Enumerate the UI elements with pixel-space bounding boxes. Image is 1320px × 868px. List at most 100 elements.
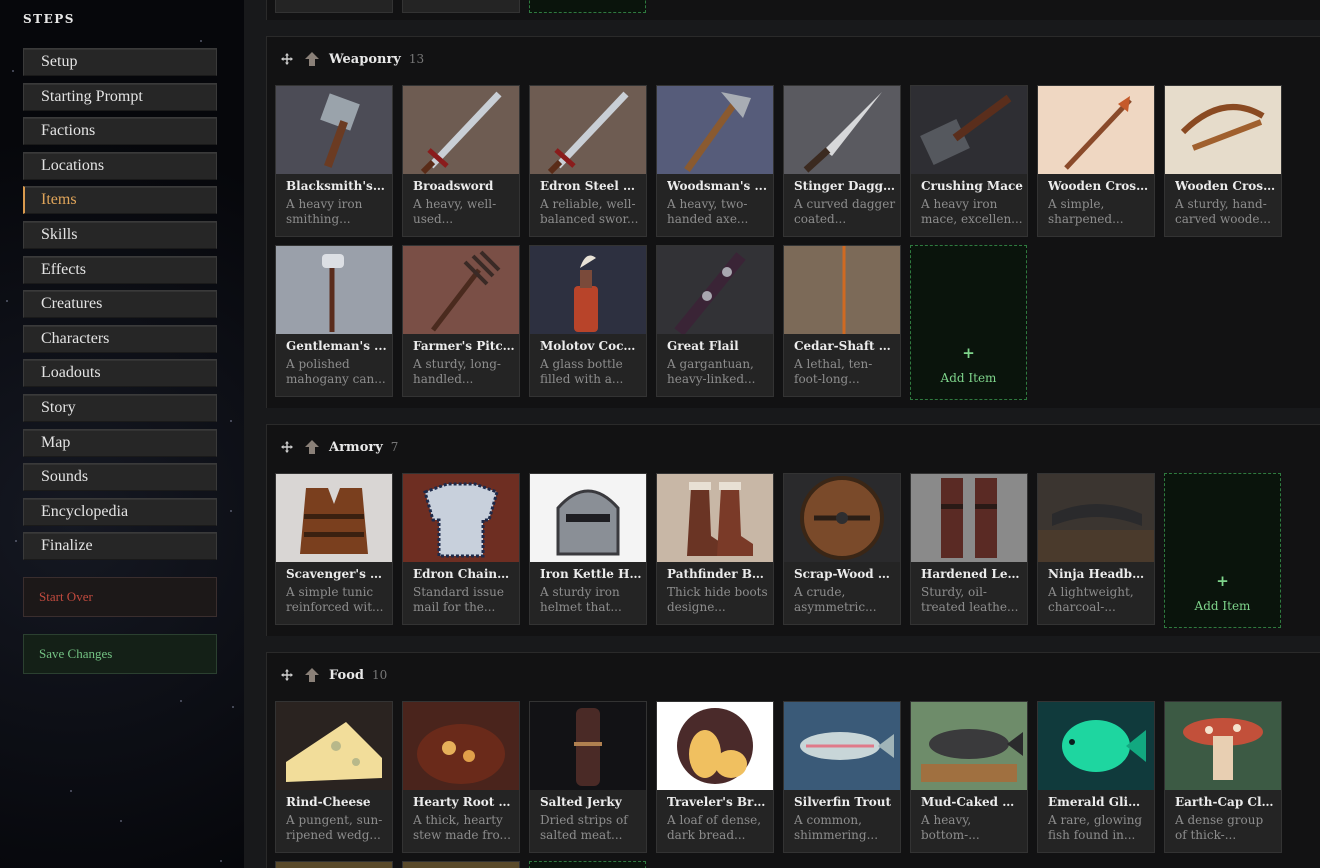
step-finalize[interactable]: Finalize — [23, 532, 217, 561]
item-card[interactable]: Emerald Glim... A rare, glowing fish foun… — [1037, 701, 1155, 853]
item-card[interactable]: Hardened Lea... Sturdy, oil-treated leath… — [910, 473, 1028, 625]
item-card[interactable]: Ninja Headba... A lightweight, charcoal-.… — [1037, 473, 1155, 625]
item-name: Emerald Glim... — [1048, 795, 1150, 809]
move-up-arrow-icon[interactable] — [305, 440, 319, 454]
item-name: Great Flail — [667, 339, 739, 353]
step-locations[interactable]: Locations — [23, 151, 217, 180]
star-dot — [180, 700, 182, 702]
step-factions[interactable]: Factions — [23, 117, 217, 146]
star-dot — [70, 790, 72, 792]
item-name: Wooden Cross... — [1175, 179, 1277, 193]
previous-section-tail — [266, 0, 1320, 20]
section-header: Weaponry 13 — [281, 49, 424, 69]
items-editor: Weaponry 13 Blacksmith's ... A heavy iron s… — [244, 0, 1320, 868]
item-card[interactable]: Farmer's Pitc... A sturdy, long-handled..… — [402, 245, 520, 397]
vest-icon — [276, 474, 392, 562]
step-loadouts[interactable]: Loadouts — [23, 359, 217, 388]
item-card[interactable]: Wooden Cross... A simple, sharpened... — [1037, 85, 1155, 237]
add-item-button[interactable]: + Add Item — [910, 245, 1027, 400]
item-card[interactable]: Salted Jerky Dried strips of salted meat.… — [529, 701, 647, 853]
item-card[interactable]: Great Flail A gargantuan, heavy-linked... — [656, 245, 774, 397]
plus-icon: + — [962, 344, 975, 362]
item-card[interactable]: Stinger Dagger A curved dagger coated... — [783, 85, 901, 237]
step-map[interactable]: Map — [23, 428, 217, 457]
section-header: Food 10 — [281, 665, 387, 685]
step-skills[interactable]: Skills — [23, 221, 217, 249]
item-card[interactable]: Molotov Cockt... A glass bottle filled wi… — [529, 245, 647, 397]
step-sounds[interactable]: Sounds — [23, 463, 217, 492]
drag-move-icon[interactable] — [281, 441, 293, 453]
save-changes-button[interactable]: Save Changes — [23, 634, 217, 674]
step-setup[interactable]: Setup — [23, 48, 217, 76]
step-items[interactable]: Items — [23, 186, 217, 215]
item-card[interactable]: Cedar-Shaft P... A lethal, ten-foot-long.… — [783, 245, 901, 397]
item-description: A dense group of thick-... — [1175, 813, 1264, 842]
step-story[interactable]: Story — [23, 394, 217, 422]
flail-icon — [657, 246, 773, 334]
item-card[interactable]: Scavenger's L... A simple tunic reinforce… — [275, 473, 393, 625]
item-description: A polished mahogany can... — [286, 357, 386, 386]
item-description: A crude, asymmetric... — [794, 585, 877, 614]
item-card[interactable]: Silverfin Trout A common, shimmering... — [783, 701, 901, 853]
star-dot — [6, 300, 8, 302]
item-card-partial[interactable] — [275, 861, 393, 868]
item-description: A sturdy, hand-carved woode... — [1175, 197, 1271, 226]
item-card-partial[interactable] — [402, 861, 520, 868]
section-item-count: 10 — [371, 668, 388, 682]
item-name: Woodsman's ... — [667, 179, 767, 193]
item-card[interactable]: Earth-Cap Clu... A dense group of thick-.… — [1164, 701, 1282, 853]
item-card[interactable]: Broadsword A heavy, well-used... — [402, 85, 520, 237]
item-card[interactable]: Edron Steel Lo... A reliable, well-balanc… — [529, 85, 647, 237]
bottle-icon — [530, 246, 646, 334]
item-description: A heavy iron mace, excellen... — [921, 197, 1023, 226]
start-over-button[interactable]: Start Over — [23, 577, 217, 617]
move-up-arrow-icon[interactable] — [305, 668, 319, 682]
item-name: Stinger Dagger — [794, 179, 896, 193]
item-name: Edron Steel Lo... — [540, 179, 642, 193]
item-card[interactable]: Scrap-Wood B... A crude, asymmetric... — [783, 473, 901, 625]
sidebar: STEPS Setup Starting Prompt Factions Locati… — [0, 0, 244, 868]
item-card[interactable]: Blacksmith's ... A heavy iron smithing... — [275, 85, 393, 237]
item-name: Farmer's Pitc... — [413, 339, 515, 353]
add-item-label: Add Item — [940, 371, 997, 385]
cane-icon — [276, 246, 392, 334]
star-dot — [220, 860, 222, 862]
step-starting-prompt[interactable]: Starting Prompt — [23, 82, 217, 111]
drag-move-icon[interactable] — [281, 53, 293, 65]
item-card[interactable]: Crushing Mace A heavy iron mace, excellen… — [910, 85, 1028, 237]
item-name: Hardened Lea... — [921, 567, 1023, 581]
add-item-button[interactable]: + Add Item — [1164, 473, 1281, 628]
item-description: A curved dagger coated... — [794, 197, 896, 226]
item-name: Traveler's Bre... — [667, 795, 769, 809]
item-name: Ninja Headba... — [1048, 567, 1150, 581]
step-creatures[interactable]: Creatures — [23, 290, 217, 319]
plus-icon: + — [1216, 572, 1229, 590]
item-card[interactable]: Mud-Caked C... A heavy, bottom-... — [910, 701, 1028, 853]
drag-move-icon[interactable] — [281, 669, 293, 681]
step-encyclopedia[interactable]: Encyclopedia — [23, 497, 217, 526]
star-dot — [12, 70, 14, 72]
section-title: Food — [329, 667, 364, 683]
item-card[interactable]: Gentleman's ... A polished mahogany can..… — [275, 245, 393, 397]
boots-icon — [657, 474, 773, 562]
item-card[interactable]: Rind-Cheese A pungent, sun-ripened wedg..… — [275, 701, 393, 853]
move-up-arrow-icon[interactable] — [305, 52, 319, 66]
item-card[interactable]: Edron Chainm... Standard issue mail for t… — [402, 473, 520, 625]
item-card[interactable]: Woodsman's ... A heavy, two-handed axe... — [656, 85, 774, 237]
item-card[interactable]: Traveler's Bre... A loaf of dense, dark b… — [656, 701, 774, 853]
add-item-partial[interactable] — [529, 861, 646, 868]
item-card[interactable]: Iron Kettle He... A sturdy iron helmet th… — [529, 473, 647, 625]
mushroom-icon — [1165, 702, 1281, 790]
item-name: Crushing Mace — [921, 179, 1023, 193]
item-name: Earth-Cap Clu... — [1175, 795, 1277, 809]
step-characters[interactable]: Characters — [23, 324, 217, 353]
item-card[interactable]: Wooden Cross... A sturdy, hand-carved woo… — [1164, 85, 1282, 237]
item-description: A sturdy iron helmet that... — [540, 585, 622, 614]
item-name: Broadsword — [413, 179, 494, 193]
item-name: Iron Kettle He... — [540, 567, 642, 581]
item-card[interactable]: Pathfinder Bo... Thick hide boots designe… — [656, 473, 774, 625]
item-card[interactable]: Hearty Root S... A thick, hearty stew mad… — [402, 701, 520, 853]
item-name: Cedar-Shaft P... — [794, 339, 896, 353]
step-effects[interactable]: Effects — [23, 255, 217, 284]
glowfish-icon — [1038, 702, 1154, 790]
